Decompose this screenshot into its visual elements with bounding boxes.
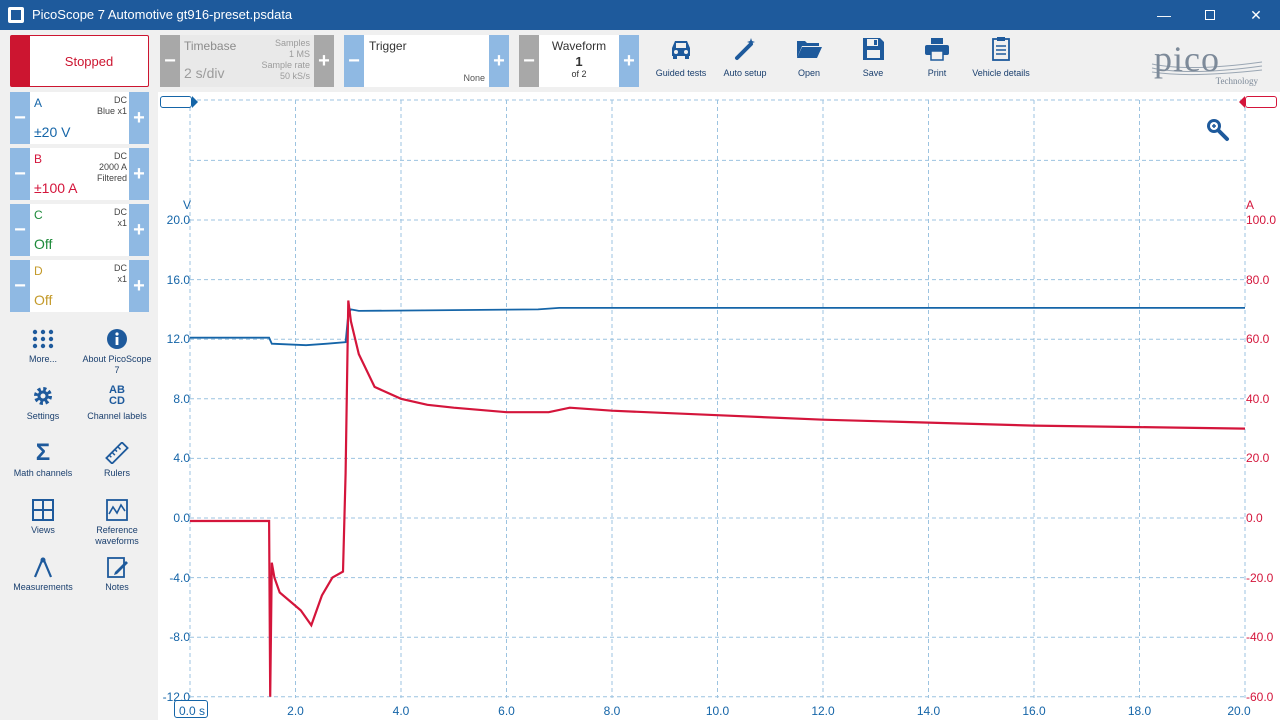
right-axis-tick-label: 40.0 (1246, 391, 1270, 406)
time-axis-tick-label: 6.0 (498, 704, 515, 718)
right-axis-tick-label: 60.0 (1246, 332, 1270, 347)
time-axis-tick-label: 10.0 (705, 704, 730, 718)
magnifier-icon[interactable] (1204, 116, 1230, 142)
left-axis-tick-label: -4.0 (169, 570, 190, 585)
right-axis-tick-label: 80.0 (1246, 272, 1270, 287)
left-axis-tick-label: 12.0 (166, 332, 190, 347)
left-axis-tick-label: 4.0 (173, 451, 190, 466)
time-axis-tick-label: 4.0 (392, 704, 410, 718)
left-axis-unit: V (183, 198, 192, 212)
right-axis-tick-label: 100.0 (1246, 213, 1277, 227)
left-axis-tick-label: 8.0 (173, 391, 190, 406)
left-axis-tick-label: 0.0 (173, 511, 190, 525)
left-axis-tick-label: 16.0 (166, 272, 190, 287)
right-axis-tick-label: -40.0 (1246, 630, 1274, 645)
channel-b-marker-arrow-icon (1239, 96, 1245, 108)
time-origin-marker[interactable] (174, 700, 208, 718)
time-axis-tick-label: 12.0 (811, 704, 835, 718)
time-axis-tick-label: 8.0 (603, 704, 621, 718)
channel-a-axis-marker[interactable] (160, 96, 192, 108)
time-axis-tick-label: 2.0 (287, 704, 304, 718)
time-axis-tick-label: 18.0 (1127, 704, 1152, 718)
time-axis-tick-label: 20.0 (1227, 704, 1251, 718)
left-axis-tick-label: 20.0 (166, 213, 190, 227)
left-axis-tick-label: -8.0 (169, 630, 190, 645)
right-axis-tick-label: -60.0 (1246, 689, 1274, 704)
right-axis-tick-label: -20.0 (1246, 570, 1274, 585)
right-axis-tick-label: 0.0 (1246, 511, 1263, 525)
right-axis-unit: A (1246, 198, 1255, 212)
scope-graph[interactable] (0, 0, 1280, 720)
channel-a-marker-arrow-icon (192, 96, 198, 108)
channel-b-axis-marker[interactable] (1245, 96, 1277, 108)
right-axis-tick-label: 20.0 (1246, 451, 1270, 466)
time-axis-tick-label: 16.0 (1022, 704, 1046, 718)
time-axis-tick-label: 14.0 (916, 704, 941, 718)
